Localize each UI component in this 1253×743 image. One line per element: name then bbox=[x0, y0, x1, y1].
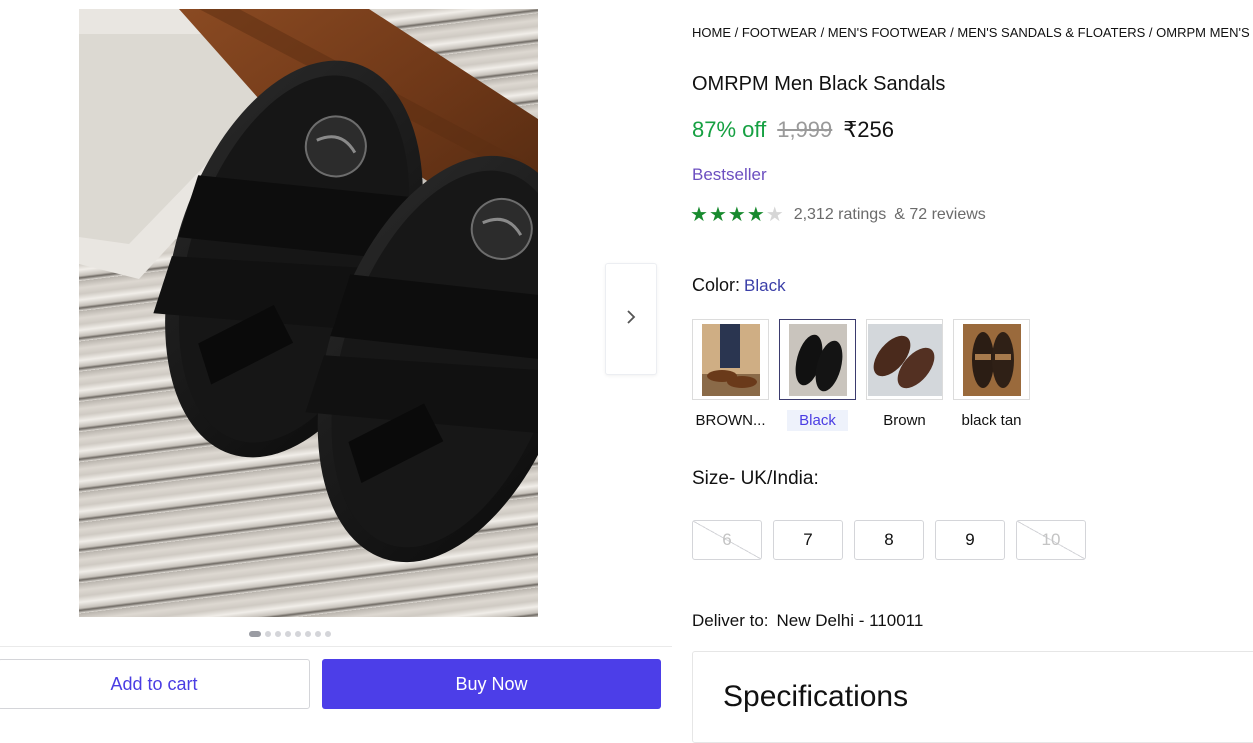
carousel-dot[interactable] bbox=[305, 631, 311, 637]
chevron-right-icon bbox=[625, 309, 637, 330]
swatch-label: Black bbox=[787, 410, 848, 431]
swatch-label: BROWN... bbox=[695, 412, 766, 429]
breadcrumb-product[interactable]: OMRPM MEN'S SAN bbox=[1156, 25, 1253, 40]
size-label: Size- UK/India: bbox=[692, 468, 819, 489]
star-icon: ★ bbox=[746, 204, 765, 226]
deliver-label: Deliver to: bbox=[692, 611, 769, 630]
star-icon: ★ bbox=[727, 204, 746, 226]
original-price: 1,999 bbox=[777, 117, 833, 142]
swatch-thumbnail bbox=[692, 319, 769, 400]
size-option-8[interactable]: 8 bbox=[854, 520, 924, 560]
specifications-card: Specifications bbox=[692, 651, 1253, 743]
selling-price: ₹256 bbox=[843, 117, 894, 142]
swatch-thumbnail bbox=[953, 319, 1030, 400]
rating-row: ★ ★ ★ ★ ★ 2,312 ratings & 72 reviews bbox=[690, 205, 986, 225]
breadcrumb: HOME / FOOTWEAR / MEN'S FOOTWEAR / MEN'S… bbox=[692, 25, 1253, 40]
discount-percent: 87% off bbox=[692, 117, 767, 142]
size-options: 6 7 8 9 10 bbox=[692, 520, 1086, 560]
size-option-7[interactable]: 7 bbox=[773, 520, 843, 560]
delivery-info: Deliver to: New Delhi - 110011 bbox=[692, 611, 923, 631]
color-swatch-black[interactable]: Black bbox=[779, 319, 856, 431]
color-swatch-black-tan[interactable]: black tan bbox=[953, 319, 1030, 431]
color-label-text: Color: bbox=[692, 275, 741, 295]
carousel-dot[interactable] bbox=[265, 631, 271, 637]
ratings-count[interactable]: 2,312 ratings bbox=[794, 206, 887, 224]
breadcrumb-mens-footwear[interactable]: MEN'S FOOTWEAR bbox=[828, 25, 947, 40]
star-icon: ★ bbox=[708, 204, 727, 226]
product-title: OMRPM Men Black Sandals bbox=[692, 73, 946, 95]
carousel-dot[interactable] bbox=[315, 631, 321, 637]
add-to-cart-button[interactable]: Add to cart bbox=[0, 659, 310, 709]
product-image[interactable] bbox=[79, 9, 538, 617]
reviews-count[interactable]: & 72 reviews bbox=[894, 206, 986, 224]
selected-color: Black bbox=[744, 276, 786, 295]
breadcrumb-home[interactable]: HOME bbox=[692, 25, 731, 40]
carousel-dot[interactable] bbox=[249, 631, 261, 637]
star-empty-icon: ★ bbox=[765, 204, 784, 226]
carousel-dot[interactable] bbox=[325, 631, 331, 637]
color-swatches: BROWN... Black Brown black tan bbox=[692, 319, 1030, 431]
swatch-thumbnail bbox=[866, 319, 943, 400]
color-swatch-brown[interactable]: Brown bbox=[866, 319, 943, 431]
color-swatch-brown-variant[interactable]: BROWN... bbox=[692, 319, 769, 431]
carousel-indicator bbox=[249, 631, 331, 637]
carousel-dot[interactable] bbox=[275, 631, 281, 637]
carousel-dot[interactable] bbox=[295, 631, 301, 637]
swatch-label: Brown bbox=[883, 412, 926, 429]
breadcrumb-footwear[interactable]: FOOTWEAR bbox=[742, 25, 817, 40]
rating-stars: ★ ★ ★ ★ ★ bbox=[690, 205, 784, 225]
breadcrumb-mens-sandals[interactable]: MEN'S SANDALS & FLOATERS bbox=[957, 25, 1145, 40]
size-option-9[interactable]: 9 bbox=[935, 520, 1005, 560]
specifications-title: Specifications bbox=[723, 680, 909, 713]
price-row: 87% off 1,999 ₹256 bbox=[692, 117, 894, 143]
color-label: Color: Black bbox=[692, 275, 786, 296]
carousel-dot[interactable] bbox=[285, 631, 291, 637]
buy-now-button[interactable]: Buy Now bbox=[322, 659, 661, 709]
size-option-6[interactable]: 6 bbox=[692, 520, 762, 560]
star-icon: ★ bbox=[690, 204, 708, 226]
bestseller-badge: Bestseller bbox=[692, 165, 767, 184]
next-image-button[interactable] bbox=[605, 263, 657, 375]
action-bar: Add to cart Buy Now bbox=[0, 646, 672, 728]
delivery-location[interactable]: New Delhi - 110011 bbox=[777, 611, 924, 630]
size-option-10[interactable]: 10 bbox=[1016, 520, 1086, 560]
swatch-label: black tan bbox=[961, 412, 1022, 429]
swatch-thumbnail bbox=[779, 319, 856, 400]
